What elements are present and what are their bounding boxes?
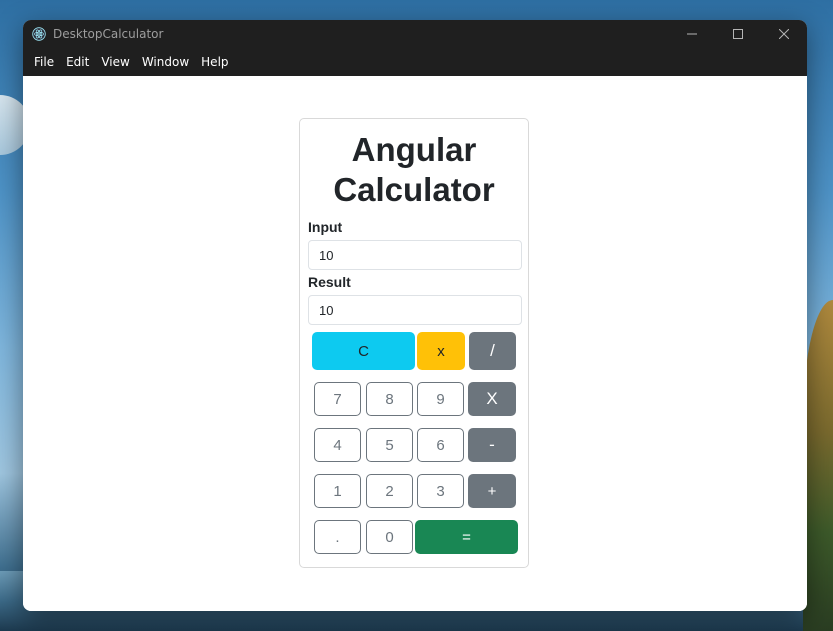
digit-5-button[interactable]: 5 [366, 428, 413, 462]
add-button[interactable]: + [468, 474, 516, 508]
window-title: DesktopCalculator [53, 27, 164, 41]
close-button[interactable] [761, 20, 807, 48]
menu-window[interactable]: Window [136, 48, 195, 76]
decimal-button[interactable]: . [314, 520, 361, 554]
page-title: Angular Calculator [300, 130, 528, 210]
digit-2-button[interactable]: 2 [366, 474, 413, 508]
result-label: Result [308, 274, 351, 290]
title-bar[interactable]: DesktopCalculator [23, 20, 807, 48]
menu-help[interactable]: Help [195, 48, 234, 76]
desktop-background-rock [803, 300, 833, 631]
digit-7-button[interactable]: 7 [314, 382, 361, 416]
maximize-icon [733, 29, 743, 39]
menu-view[interactable]: View [95, 48, 135, 76]
title-line-2: Calculator [333, 171, 495, 208]
calculator-card: Angular Calculator Input Result C x / 7 … [299, 118, 529, 568]
subtract-button[interactable]: - [468, 428, 516, 462]
menu-bar: File Edit View Window Help [23, 48, 807, 76]
result-field[interactable] [308, 295, 522, 325]
digit-0-button[interactable]: 0 [366, 520, 413, 554]
minimize-button[interactable] [669, 20, 715, 48]
equals-button[interactable]: = [415, 520, 518, 554]
electron-app-icon [32, 27, 46, 41]
menu-file[interactable]: File [28, 48, 60, 76]
window-controls [669, 20, 807, 48]
input-field[interactable] [308, 240, 522, 270]
digit-1-button[interactable]: 1 [314, 474, 361, 508]
close-icon [779, 29, 789, 39]
clear-button[interactable]: C [312, 332, 415, 370]
backspace-button[interactable]: x [417, 332, 465, 370]
title-line-1: Angular [351, 131, 477, 168]
digit-4-button[interactable]: 4 [314, 428, 361, 462]
maximize-button[interactable] [715, 20, 761, 48]
digit-3-button[interactable]: 3 [417, 474, 464, 508]
digit-9-button[interactable]: 9 [417, 382, 464, 416]
digit-6-button[interactable]: 6 [417, 428, 464, 462]
app-window: DesktopCalculator File Edit View Window … [23, 20, 807, 611]
input-label: Input [308, 219, 343, 235]
minimize-icon [687, 33, 697, 35]
divide-button[interactable]: / [469, 332, 516, 370]
multiply-button[interactable]: X [468, 382, 516, 416]
app-content: Angular Calculator Input Result C x / 7 … [23, 76, 807, 611]
menu-edit[interactable]: Edit [60, 48, 95, 76]
digit-8-button[interactable]: 8 [366, 382, 413, 416]
